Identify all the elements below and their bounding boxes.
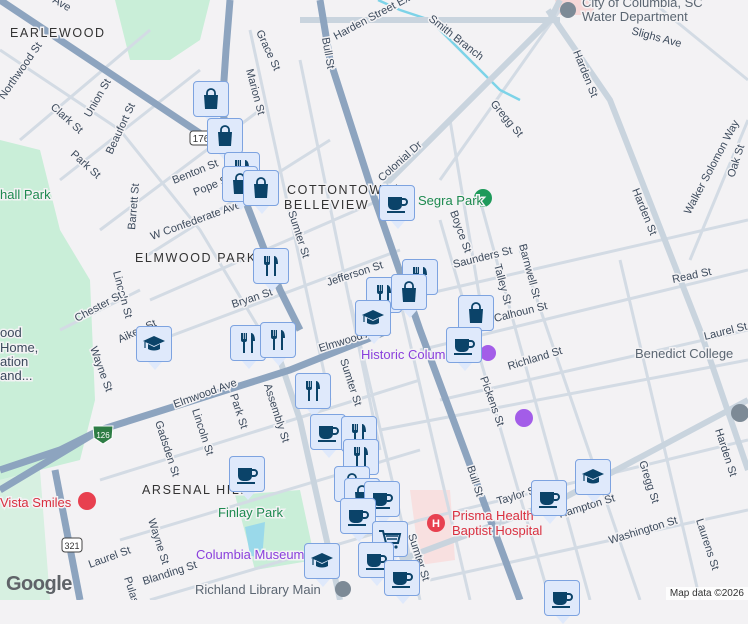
education-icon xyxy=(362,310,384,325)
map-marker-coffee[interactable] xyxy=(544,580,580,624)
map-marker-coffee[interactable] xyxy=(384,560,420,604)
street-label: Oak St xyxy=(725,143,747,179)
restaurant-icon xyxy=(241,333,255,353)
coffee-icon xyxy=(552,592,573,608)
street-label: Laurel St xyxy=(87,544,132,570)
street-label: Laurel St xyxy=(703,321,748,343)
map-marker-education[interactable] xyxy=(575,459,611,503)
street-label: Richland St xyxy=(506,345,563,373)
street-label: Blanding St xyxy=(141,559,198,588)
coffee-icon xyxy=(237,468,258,484)
map-marker-shopping[interactable] xyxy=(193,81,229,125)
street-label: Elmwood Ave xyxy=(172,377,239,411)
shopping-icon xyxy=(402,281,416,302)
map-marker-restaurant[interactable] xyxy=(253,248,289,292)
education-icon xyxy=(311,553,333,568)
street-label: Pickens St xyxy=(477,375,506,428)
street-label: Assembly St xyxy=(261,382,291,444)
poi-label: Benedict College xyxy=(635,346,733,361)
neighborhood-label: EARLEWOOD xyxy=(10,26,106,40)
shopping-icon xyxy=(469,302,483,323)
shopping-icon xyxy=(204,88,218,109)
us-321-shield: 321 xyxy=(61,537,83,553)
poi-label: Baptist Hospital xyxy=(452,523,542,538)
map-marker-shopping[interactable] xyxy=(207,118,243,162)
segra-park-poi[interactable]: Segra Park xyxy=(417,189,492,210)
poi-label: ation xyxy=(0,354,28,369)
svg-text:H: H xyxy=(432,518,440,530)
water-department-poi[interactable]: City of Columbia, SCWater Department xyxy=(560,0,704,26)
shield-label: 321 xyxy=(64,541,79,551)
poi-label: Prisma Health xyxy=(452,508,534,523)
street-label: Gregg St xyxy=(488,98,525,139)
poi-label: Segra Park xyxy=(418,193,484,208)
poi-label: and... xyxy=(0,368,33,383)
map-marker-education[interactable] xyxy=(136,326,172,370)
i-126-shield: 126 xyxy=(92,425,114,445)
street-label: Bull St xyxy=(319,36,336,69)
map-marker-coffee[interactable] xyxy=(340,498,376,542)
street-label: Clark St xyxy=(48,101,85,136)
street-label: Slighs Ave xyxy=(630,25,683,50)
street-label: Washington St xyxy=(607,515,679,547)
street-label: Park St xyxy=(227,392,250,430)
poi-label: Water Department xyxy=(582,9,688,24)
coffee-icon xyxy=(392,572,413,588)
street-label: Colonial Dr xyxy=(376,139,425,185)
street-label: Northwood St xyxy=(0,40,45,101)
poi-label: Richland Library Main xyxy=(195,582,321,597)
street-label: Sumter St xyxy=(337,357,364,407)
map-marker-education[interactable] xyxy=(355,300,391,344)
street-label: Gadsden St xyxy=(152,419,181,478)
shopping-icon xyxy=(218,125,232,146)
map-marker-education[interactable] xyxy=(304,543,340,587)
map-marker-coffee[interactable] xyxy=(531,480,567,524)
map-marker-shopping[interactable] xyxy=(243,170,279,214)
coffee-icon xyxy=(348,510,369,526)
museum-icon[interactable] xyxy=(515,409,533,427)
coffee-icon xyxy=(387,197,408,213)
street-label: Ave xyxy=(51,0,73,14)
map-attribution[interactable]: Map data ©2026 xyxy=(665,587,748,600)
street-label: W Confederate Ave xyxy=(149,199,243,243)
map-marker-restaurant[interactable] xyxy=(295,373,331,417)
coffee-icon xyxy=(454,339,475,355)
street-label: Talley St xyxy=(491,263,513,306)
poi-label: Home, xyxy=(0,340,38,355)
shield-label: 126 xyxy=(96,431,110,440)
shopping-icon xyxy=(254,177,268,198)
coffee-icon xyxy=(318,426,339,442)
map-marker-coffee[interactable] xyxy=(229,456,265,500)
neighborhood-label: ELMWOOD PARK xyxy=(135,251,257,265)
restaurant-icon xyxy=(306,381,320,401)
street-label: Gregg St xyxy=(636,459,661,505)
education-icon xyxy=(582,469,604,484)
restaurant-icon xyxy=(271,330,285,350)
education-icon xyxy=(143,336,165,351)
map-marker-coffee[interactable] xyxy=(446,327,482,371)
vista-smiles-poi[interactable]: Vista Smiles xyxy=(0,492,96,512)
poi-label: ood xyxy=(0,325,22,340)
map-marker-restaurant[interactable] xyxy=(260,322,296,366)
park-label[interactable]: hall Park xyxy=(0,186,53,204)
smith-branch-creek xyxy=(377,0,521,102)
map-marker-shopping[interactable] xyxy=(458,295,494,339)
poi-label: Vista Smiles xyxy=(0,495,72,510)
map-marker-coffee[interactable] xyxy=(379,185,415,229)
restaurant-icon xyxy=(264,256,278,276)
street-label: Park St xyxy=(68,148,103,181)
street-label: Laurens St xyxy=(693,517,721,571)
coffee-icon xyxy=(539,492,560,508)
poi-label: Historic Colum xyxy=(361,347,446,362)
google-logo[interactable]: Google xyxy=(6,573,72,596)
park-label[interactable]: Finlay Park xyxy=(217,504,286,522)
street-label: Bull St xyxy=(464,464,485,498)
map-marker-shopping[interactable] xyxy=(391,274,427,318)
street-label: Barrett St xyxy=(126,183,142,230)
street-label: Sumter St xyxy=(285,209,312,259)
